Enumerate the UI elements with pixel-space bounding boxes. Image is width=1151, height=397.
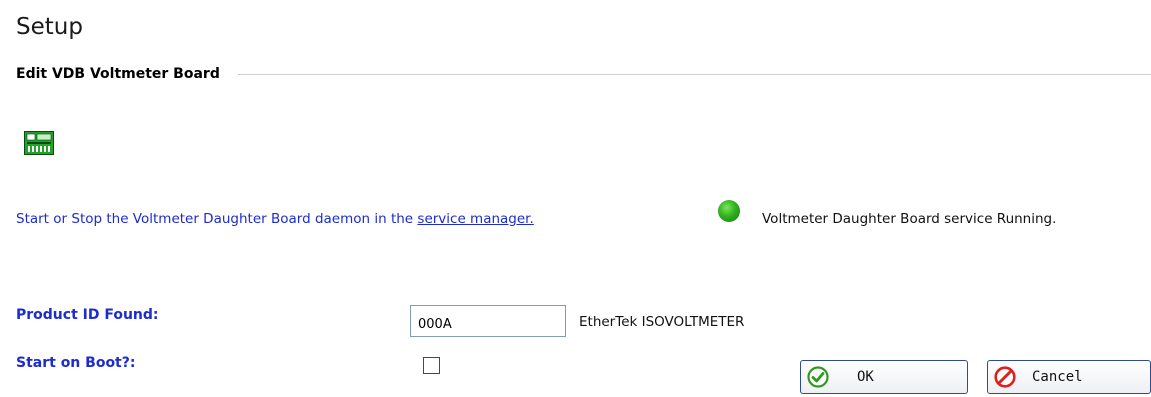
start-on-boot-label: Start on Boot?: [16, 355, 136, 371]
checkmark-icon [807, 366, 829, 388]
daemon-text: Start or Stop the Voltmeter Daughter Boa… [16, 211, 418, 227]
section-title: Edit VDB Voltmeter Board [16, 66, 220, 82]
daemon-instructions: Start or Stop the Voltmeter Daughter Boa… [16, 211, 534, 227]
section-divider [237, 73, 1151, 75]
circuit-board-icon [24, 131, 54, 155]
ok-button[interactable]: OK [800, 360, 968, 394]
service-status-text: Voltmeter Daughter Board service Running… [762, 211, 1057, 227]
section-header: Edit VDB Voltmeter Board [16, 64, 1151, 84]
product-id-field[interactable] [410, 305, 566, 337]
cancel-label: Cancel [1032, 369, 1083, 385]
status-indicator-icon [718, 200, 740, 222]
cancel-icon [994, 366, 1016, 388]
start-on-boot-checkbox[interactable] [423, 357, 440, 374]
service-manager-link[interactable]: service manager. [417, 211, 533, 227]
product-description: EtherTek ISOVOLTMETER [579, 314, 745, 330]
ok-label: OK [857, 369, 874, 385]
page-title: Setup [16, 14, 83, 40]
cancel-button[interactable]: Cancel [987, 360, 1151, 394]
product-id-label: Product ID Found: [16, 307, 159, 323]
